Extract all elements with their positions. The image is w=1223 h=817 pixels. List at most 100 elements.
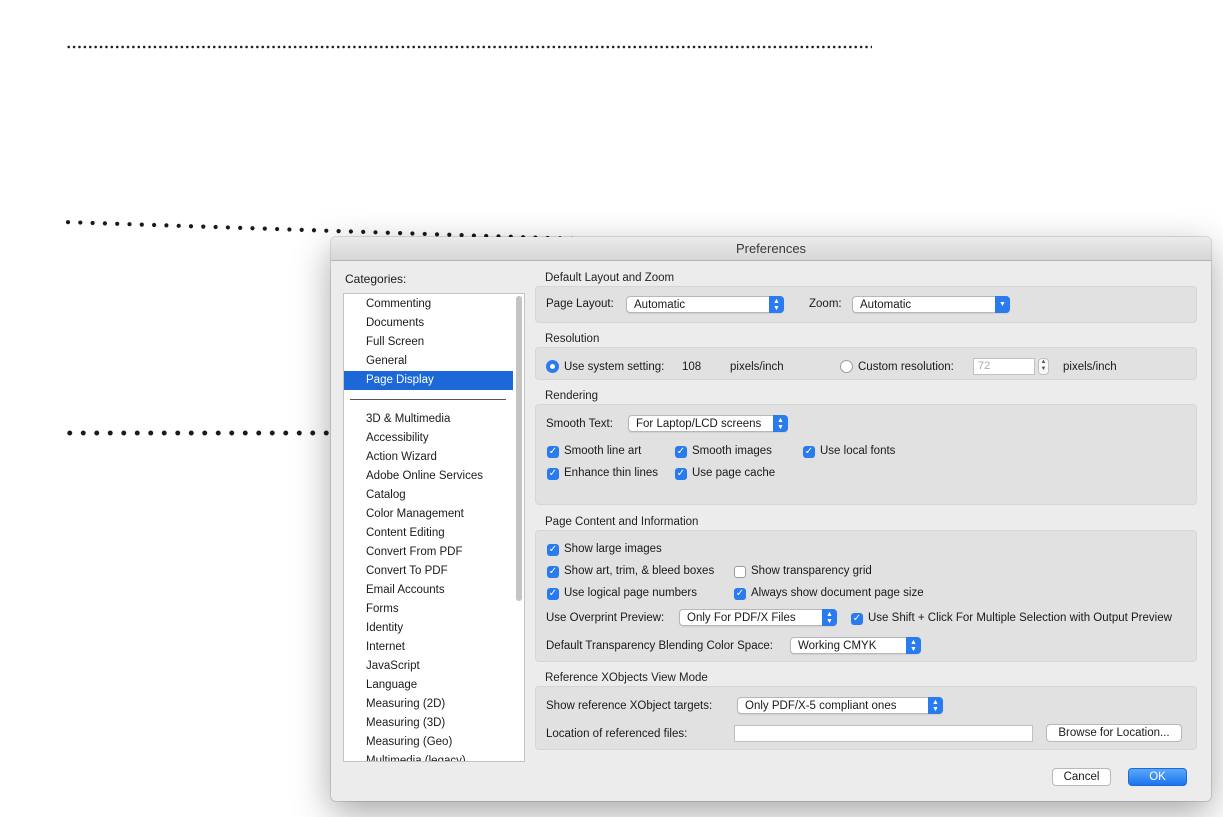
- page-content-title: Page Content and Information: [545, 516, 699, 528]
- updown-arrows-icon: ▲ ▼: [822, 609, 837, 626]
- smooth-text-label: Smooth Text:: [546, 418, 613, 430]
- category-item[interactable]: Color Management: [344, 505, 524, 524]
- enhance-thin-lines-checkbox[interactable]: ✓: [547, 468, 559, 480]
- system-setting-radio[interactable]: [546, 360, 559, 373]
- smooth-line-art-checkbox[interactable]: ✓: [547, 446, 559, 458]
- category-item[interactable]: 3D & Multimedia: [344, 410, 524, 429]
- category-item[interactable]: Adobe Online Services: [344, 467, 524, 486]
- dotted-line-bottom: [63, 430, 333, 436]
- custom-resolution-stepper[interactable]: ▲ ▼: [1038, 358, 1049, 375]
- blending-label: Default Transparency Blending Color Spac…: [546, 640, 773, 652]
- category-item[interactable]: Full Screen: [344, 333, 524, 352]
- category-item-selected[interactable]: Page Display: [344, 371, 513, 390]
- category-item[interactable]: Accessibility: [344, 429, 524, 448]
- xobject-targets-select[interactable]: Only PDF/X-5 compliant ones ▲ ▼: [737, 697, 943, 714]
- xobjects-title: Reference XObjects View Mode: [545, 672, 708, 684]
- overprint-select[interactable]: Only For PDF/X Files ▲ ▼: [679, 609, 837, 626]
- shift-click-checkbox[interactable]: ✓: [851, 613, 863, 625]
- system-resolution-unit: pixels/inch: [730, 361, 784, 373]
- chevron-down-icon: ▼: [995, 296, 1010, 313]
- blending-value: Working CMYK: [798, 640, 877, 652]
- ok-button[interactable]: OK: [1128, 768, 1187, 786]
- custom-resolution-input[interactable]: 72: [973, 358, 1035, 375]
- category-item[interactable]: General: [344, 352, 524, 371]
- custom-resolution-radio[interactable]: [840, 360, 853, 373]
- system-resolution-value: 108: [682, 361, 702, 373]
- smooth-text-select[interactable]: For Laptop/LCD screens ▲ ▼: [628, 415, 788, 432]
- always-show-page-size-checkbox[interactable]: ✓: [734, 588, 746, 600]
- show-art-trim-bleed-checkbox[interactable]: ✓: [547, 566, 559, 578]
- use-page-cache-label: Use page cache: [692, 467, 776, 479]
- category-item[interactable]: Email Accounts: [344, 581, 524, 600]
- xobject-targets-label: Show reference XObject targets:: [546, 700, 713, 712]
- rendering-box: Smooth Text: For Laptop/LCD screens ▲ ▼ ✓…: [535, 404, 1197, 505]
- resolution-box: Use system setting: 108 pixels/inch Cust…: [535, 347, 1197, 380]
- category-item[interactable]: Convert From PDF: [344, 543, 524, 562]
- browse-location-button[interactable]: Browse for Location...: [1046, 724, 1182, 742]
- logical-page-numbers-checkbox[interactable]: ✓: [547, 588, 559, 600]
- category-item[interactable]: Measuring (2D): [344, 695, 524, 714]
- show-large-images-label: Show large images: [564, 543, 662, 555]
- rendering-title: Rendering: [545, 390, 599, 402]
- dotted-line-top: [66, 45, 872, 49]
- cancel-button[interactable]: Cancel: [1052, 768, 1111, 786]
- show-transparency-grid-label: Show transparency grid: [751, 565, 872, 577]
- category-item[interactable]: Commenting: [344, 295, 524, 314]
- smooth-text-value: For Laptop/LCD screens: [636, 418, 762, 430]
- xobjects-box: Show reference XObject targets: Only PDF…: [535, 686, 1197, 750]
- category-item[interactable]: Measuring (3D): [344, 714, 524, 733]
- category-item[interactable]: Convert To PDF: [344, 562, 524, 581]
- shift-click-label: Use Shift + Click For Multiple Selection…: [868, 612, 1172, 624]
- use-local-fonts-checkbox[interactable]: ✓: [803, 446, 815, 458]
- page-layout-label: Page Layout:: [546, 298, 614, 310]
- updown-arrows-icon: ▲ ▼: [906, 637, 921, 654]
- show-large-images-checkbox[interactable]: ✓: [547, 544, 559, 556]
- updown-arrows-icon: ▲ ▼: [928, 697, 943, 714]
- category-item[interactable]: Forms: [344, 600, 524, 619]
- show-art-trim-bleed-label: Show art, trim, & bleed boxes: [564, 565, 715, 577]
- logical-page-numbers-label: Use logical page numbers: [564, 587, 697, 599]
- window-title: Preferences: [331, 237, 1211, 261]
- categories-label: Categories:: [345, 272, 407, 286]
- category-item[interactable]: Measuring (Geo): [344, 733, 524, 752]
- resolution-title: Resolution: [545, 333, 600, 345]
- xobject-targets-value: Only PDF/X-5 compliant ones: [745, 700, 897, 712]
- category-item[interactable]: Documents: [344, 314, 524, 333]
- category-item[interactable]: Content Editing: [344, 524, 524, 543]
- category-item[interactable]: Internet: [344, 638, 524, 657]
- smooth-images-label: Smooth images: [692, 445, 772, 457]
- category-item[interactable]: Identity: [344, 619, 524, 638]
- categories-scrollbar[interactable]: [516, 296, 522, 601]
- overprint-value: Only For PDF/X Files: [687, 612, 796, 624]
- category-item[interactable]: Multimedia (legacy): [344, 752, 524, 761]
- use-page-cache-checkbox[interactable]: ✓: [675, 468, 687, 480]
- layout-zoom-box: Page Layout: Automatic ▲ ▼ Zoom: Automati…: [535, 286, 1197, 323]
- updown-arrows-icon: ▲ ▼: [769, 296, 784, 313]
- zoom-label: Zoom:: [809, 298, 842, 310]
- smooth-images-checkbox[interactable]: ✓: [675, 446, 687, 458]
- enhance-thin-lines-label: Enhance thin lines: [564, 467, 658, 479]
- zoom-value: Automatic: [860, 299, 912, 311]
- page-content-box: ✓ Show large images ✓ Show art, trim, & …: [535, 530, 1197, 662]
- smooth-line-art-label: Smooth line art: [564, 445, 642, 457]
- use-local-fonts-label: Use local fonts: [820, 445, 896, 457]
- category-item[interactable]: Language: [344, 676, 524, 695]
- preferences-dialog: Preferences Categories: Commenting Docum…: [331, 237, 1211, 801]
- location-label: Location of referenced files:: [546, 728, 688, 740]
- overprint-label: Use Overprint Preview:: [546, 612, 665, 624]
- zoom-select[interactable]: Automatic ▼: [852, 296, 1010, 313]
- category-item[interactable]: JavaScript: [344, 657, 524, 676]
- category-item[interactable]: Catalog: [344, 486, 524, 505]
- updown-arrows-icon: ▲ ▼: [773, 415, 788, 432]
- category-item[interactable]: Action Wizard: [344, 448, 524, 467]
- location-input[interactable]: [734, 725, 1033, 742]
- show-transparency-grid-checkbox[interactable]: [734, 566, 746, 578]
- layout-zoom-title: Default Layout and Zoom: [545, 272, 675, 284]
- categories-list[interactable]: Commenting Documents Full Screen General…: [343, 293, 525, 762]
- blending-select[interactable]: Working CMYK ▲ ▼: [790, 637, 921, 654]
- system-setting-label: Use system setting:: [564, 361, 665, 373]
- page-layout-value: Automatic: [634, 299, 686, 311]
- page-layout-select[interactable]: Automatic ▲ ▼: [626, 296, 784, 313]
- always-show-page-size-label: Always show document page size: [751, 587, 924, 599]
- custom-resolution-unit: pixels/inch: [1063, 361, 1117, 373]
